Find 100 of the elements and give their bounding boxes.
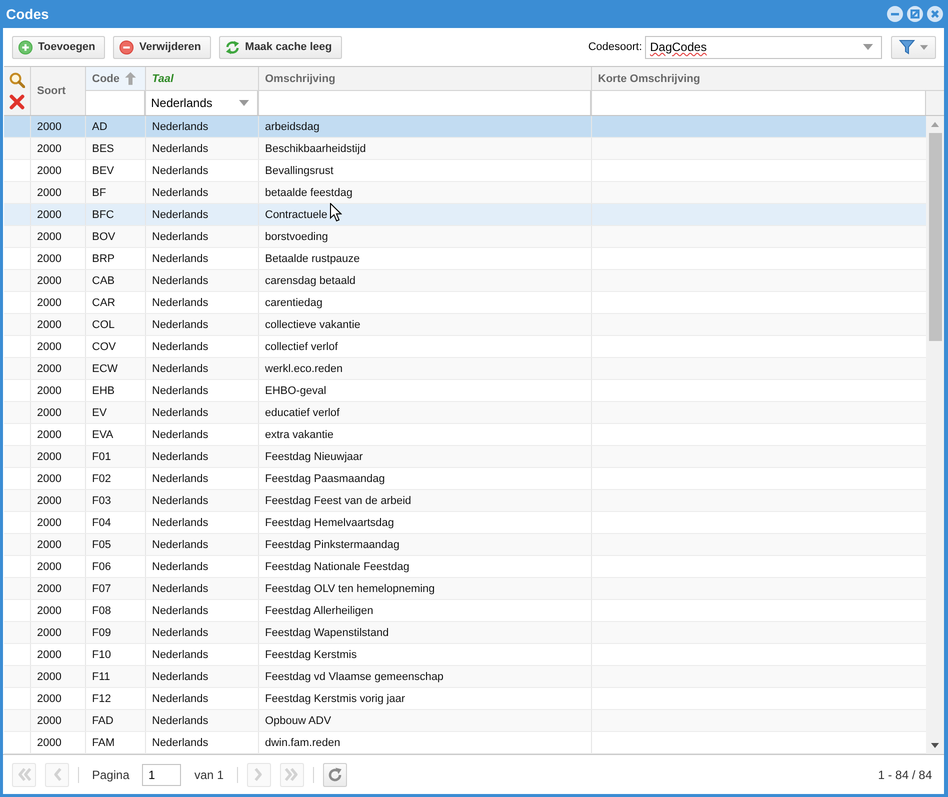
code-value: AD [92,120,108,132]
language-value: Nederlands [152,560,208,572]
scroll-down-icon[interactable] [931,743,939,748]
soort-value: 2000 [37,406,62,418]
language-value: Nederlands [152,582,208,594]
code-value: BFC [92,208,114,220]
description-value: collectieve vakantie [265,318,360,330]
close-icon[interactable] [927,6,943,22]
soort-value: 2000 [37,120,62,132]
table-row[interactable]: 2000 BOV Nederlands borstvoeding [4,226,926,248]
table-row[interactable]: 2000 BRP Nederlands Betaalde rustpauze [4,248,926,270]
table-row[interactable]: 2000 F04 Nederlands Feestdag Hemelvaartsdag [4,512,926,534]
description-value: Feestdag Nationale Feestdag [265,560,410,572]
table-row[interactable]: 2000 F05 Nederlands Feestdag Pinkstermaandag [4,534,926,556]
language-filter-select[interactable]: Nederlands [146,91,258,115]
description-value: Feestdag vd Vlaamse gemeenschap [265,670,444,682]
code-value: F08 [92,604,111,616]
table-row[interactable]: 2000 EVA Nederlands extra vakantie [4,424,926,446]
description-value: arbeidsdag [265,120,320,132]
table-row[interactable]: 2000 F11 Nederlands Feestdag vd Vlaamse gemeenschap [4,666,926,688]
language-value: Nederlands [152,142,208,154]
table-row[interactable]: 2000 BFC Nederlands Contractuele [4,204,926,226]
language-value: Nederlands [152,208,208,220]
refresh-button[interactable] [322,762,347,786]
double-chevron-left-icon [16,767,32,782]
table-row[interactable]: 2000 FAD Nederlands Opbouw ADV [4,710,926,732]
table-row[interactable]: 2000 F12 Nederlands Feestdag Kerstmis vorig jaar [4,688,926,710]
description-value: Opbouw ADV [265,714,332,726]
table-row[interactable]: 2000 ECW Nederlands werkl.eco.reden [4,358,926,380]
soort-value: 2000 [37,648,62,660]
soort-value: 2000 [37,142,62,154]
language-value: Nederlands [152,318,208,330]
code-value: COL [92,318,115,330]
code-value: F03 [92,494,111,506]
table-row[interactable]: 2000 COL Nederlands collectieve vakantie [4,314,926,336]
table-row[interactable]: 2000 F06 Nederlands Feestdag Nationale Feestdag [4,556,926,578]
soort-value: 2000 [37,626,62,638]
code-type-label: Codesoort: [588,41,642,53]
description-value: collectief verlof [265,340,338,352]
table-row[interactable]: 2000 F10 Nederlands Feestdag Kerstmis [4,644,926,666]
table-row[interactable]: 2000 EV Nederlands educatief verlof [4,402,926,424]
soort-value: 2000 [37,538,62,550]
table-row[interactable]: 2000 COV Nederlands collectief verlof [4,336,926,358]
table-row[interactable]: 2000 BEV Nederlands Bevallingsrust [4,160,926,182]
table-row[interactable]: 2000 F02 Nederlands Feestdag Paasmaandag [4,468,926,490]
language-value: Nederlands [152,450,208,462]
filter-button[interactable] [891,36,936,58]
filter-input[interactable] [592,91,926,115]
soort-value: 2000 [37,450,62,462]
page-input[interactable]: 1 [142,764,182,786]
code-value: EV [92,406,107,418]
language-value: Nederlands [152,714,208,726]
code-value: BRP [92,252,115,264]
soort-value: 2000 [37,670,62,682]
refresh-icon [326,766,343,782]
table-row[interactable]: 2000 FAM Nederlands dwin.fam.reden [4,732,926,754]
code-value: F01 [92,450,111,462]
soort-value: 2000 [37,252,62,264]
language-value: Nederlands [152,648,208,660]
language-value: Nederlands [152,670,208,682]
column-header[interactable]: Soort [31,67,85,115]
soort-value: 2000 [37,692,62,704]
minimize-icon[interactable] [887,6,903,22]
table-row[interactable]: 2000 BES Nederlands Beschikbaarheidstijd [4,138,926,160]
table-row[interactable]: 2000 F07 Nederlands Feestdag OLV ten hemelopneming [4,578,926,600]
code-type-select[interactable]: DagCodes [645,36,882,58]
refresh-button[interactable]: Maak cache leeg [219,36,342,58]
maximize-icon[interactable] [907,6,923,22]
column-header[interactable]: Code [86,67,145,91]
search-icon[interactable] [9,72,25,88]
language-value: Nederlands [152,538,208,550]
cross-icon[interactable] [9,94,25,110]
table-row[interactable]: 2000 F08 Nederlands Feestdag Allerheiligen [4,600,926,622]
description-value: Feestdag OLV ten hemelopneming [265,582,435,594]
table-row[interactable]: 2000 F03 Nederlands Feestdag Feest van de arbeid [4,490,926,512]
soort-value: 2000 [37,560,62,572]
table-row[interactable]: 2000 AD Nederlands arbeidsdag [4,116,926,138]
add-button[interactable]: Toevoegen [12,36,106,58]
language-value: Nederlands [152,604,208,616]
mouse-pointer-icon [330,203,342,222]
scroll-up-icon[interactable] [931,122,939,127]
table-row[interactable]: 2000 BF Nederlands betaalde feestdag [4,182,926,204]
language-value: Nederlands [152,252,208,264]
table-row[interactable]: 2000 CAR Nederlands carentiedag [4,292,926,314]
scrollbar-thumb[interactable] [928,133,942,341]
add-icon [18,40,33,54]
table-row[interactable]: 2000 F01 Nederlands Feestdag Nieuwjaar [4,446,926,468]
code-value: F07 [92,582,111,594]
filter-input[interactable] [86,91,145,115]
description-value: Contractuele [265,208,328,220]
table-row[interactable]: 2000 F09 Nederlands Feestdag Wapenstilstand [4,622,926,644]
delete-button[interactable]: Verwijderen [113,36,212,58]
table-row[interactable]: 2000 EHB Nederlands EHBO-geval [4,380,926,402]
filter-input[interactable] [259,91,591,115]
code-value: BES [92,142,114,154]
language-value: Nederlands [152,736,208,748]
description-value: Feestdag Kerstmis vorig jaar [265,692,405,704]
table-row[interactable]: 2000 CAB Nederlands carensdag betaald [4,270,926,292]
scrollbar[interactable] [926,116,944,754]
code-value: F10 [92,648,111,660]
